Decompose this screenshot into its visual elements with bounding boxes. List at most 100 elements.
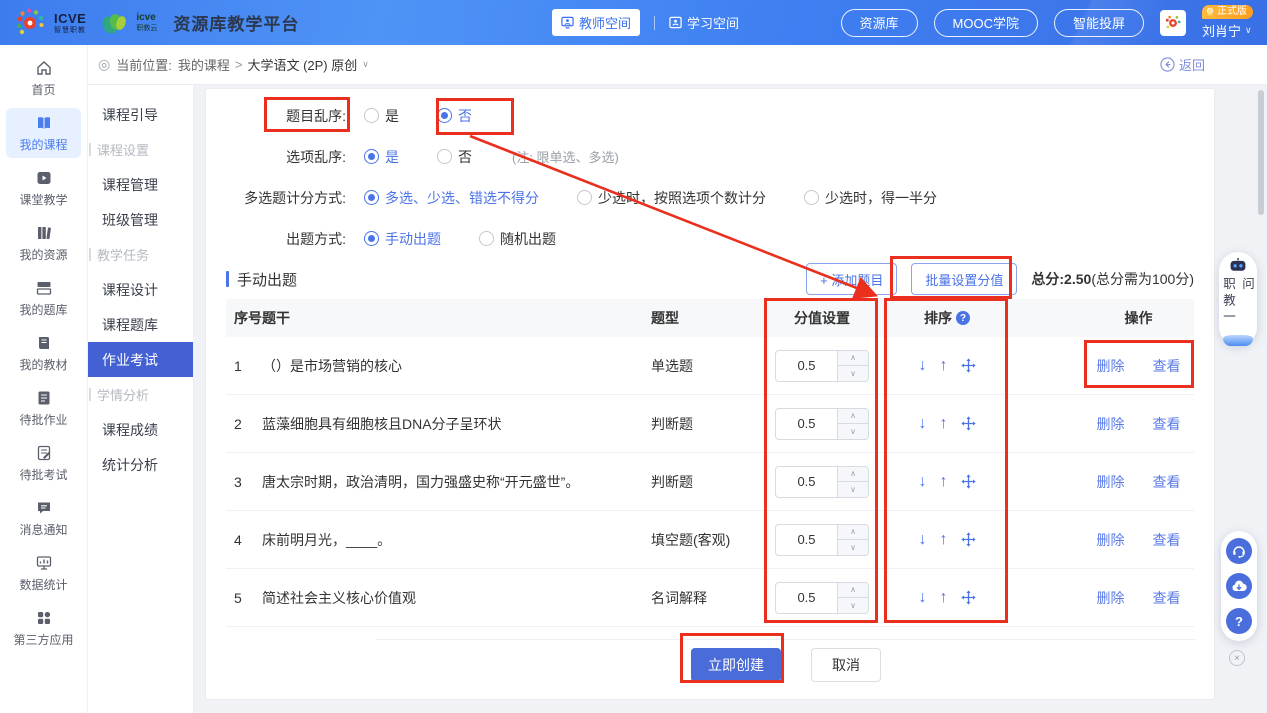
random-mode-radio[interactable]: 随机出题 xyxy=(479,229,556,249)
move-up-icon[interactable]: ↑ xyxy=(940,358,948,374)
create-now-button[interactable]: 立即创建 xyxy=(691,648,781,682)
subnav-item-statistical-analysis[interactable]: 统计分析 xyxy=(88,447,193,482)
sidebar-item-data-statistics[interactable]: 数据统计 xyxy=(6,548,81,598)
spinner-up-button[interactable]: ∧ xyxy=(838,409,868,425)
sidebar-item-homework-to-grade[interactable]: 待批作业 xyxy=(6,383,81,433)
subnav-item-course-question-bank[interactable]: 课程题库 xyxy=(88,307,193,342)
sidebar-item-classroom-teaching[interactable]: 课堂教学 xyxy=(6,163,81,213)
move-down-icon[interactable]: ↓ xyxy=(919,358,927,374)
back-button[interactable]: 返回 xyxy=(1160,55,1205,74)
user-info[interactable]: 正式版 刘肖宁 ∨ xyxy=(1202,5,1253,40)
score-value[interactable]: 0.5 xyxy=(776,351,837,381)
move-down-icon[interactable]: ↓ xyxy=(919,474,927,490)
batch-score-button[interactable]: 批量设置分值 xyxy=(911,263,1017,295)
subnav-item-homework-exam[interactable]: 作业考试 xyxy=(88,342,193,377)
move-down-icon[interactable]: ↓ xyxy=(919,590,927,606)
multi-scoring-half-radio[interactable]: 少选时，得一半分 xyxy=(804,188,937,208)
sidebar-item-my-courses[interactable]: 我的课程 xyxy=(6,108,81,158)
sidebar-item-home[interactable]: 首页 xyxy=(6,53,81,103)
score-value[interactable]: 0.5 xyxy=(776,583,837,613)
manual-mode-radio[interactable]: 手动出题 xyxy=(364,229,441,249)
spinner-down-button[interactable]: ∨ xyxy=(838,598,868,613)
spinner-up-button[interactable]: ∧ xyxy=(838,525,868,541)
move-down-icon[interactable]: ↓ xyxy=(919,416,927,432)
sidebar-item-third-party-apps[interactable]: 第三方应用 xyxy=(6,603,81,653)
breadcrumb-parent-link[interactable]: 我的课程 xyxy=(178,55,230,74)
view-link[interactable]: 查看 xyxy=(1153,414,1181,434)
delete-link[interactable]: 删除 xyxy=(1097,356,1125,376)
scrollbar-thumb[interactable] xyxy=(1258,90,1264,215)
sidebar-item-exams-to-grade[interactable]: 待批考试 xyxy=(6,438,81,488)
teacher-space-button[interactable]: 教师空间 xyxy=(552,9,640,36)
breadcrumb-current[interactable]: 大学语文 (2P) 原创 xyxy=(247,55,357,74)
download-button[interactable] xyxy=(1226,573,1252,599)
subnav-item-course-guide[interactable]: 课程引导 xyxy=(88,97,193,132)
option-shuffle-no-radio[interactable]: 否 xyxy=(437,147,472,167)
drag-move-icon[interactable] xyxy=(961,590,976,605)
student-space-button[interactable]: 学习空间 xyxy=(669,13,739,32)
help-icon[interactable]: ? xyxy=(956,311,970,325)
score-spinner[interactable]: 0.5∧∨ xyxy=(775,582,869,614)
delete-link[interactable]: 删除 xyxy=(1097,588,1125,608)
mooc-academy-button[interactable]: MOOC学院 xyxy=(934,9,1038,37)
customer-service-button[interactable] xyxy=(1226,538,1252,564)
question-shuffle-no-radio[interactable]: 否 xyxy=(437,106,472,126)
move-up-icon[interactable]: ↑ xyxy=(940,590,948,606)
subnav-item-class-management[interactable]: 班级管理 xyxy=(88,202,193,237)
option-shuffle-yes-radio[interactable]: 是 xyxy=(364,147,399,167)
view-link[interactable]: 查看 xyxy=(1153,356,1181,376)
score-value[interactable]: 0.5 xyxy=(776,467,837,497)
spinner-down-button[interactable]: ∨ xyxy=(838,424,868,439)
avatar[interactable] xyxy=(1160,10,1186,36)
collapse-toolbar-button[interactable]: × xyxy=(1229,650,1245,666)
help-button[interactable]: ? xyxy=(1226,608,1252,634)
score-value[interactable]: 0.5 xyxy=(776,525,837,555)
drag-move-icon[interactable] xyxy=(961,416,976,431)
move-up-icon[interactable]: ↑ xyxy=(940,416,948,432)
sidebar-item-my-resources[interactable]: 我的资源 xyxy=(6,218,81,268)
score-spinner[interactable]: 0.5∧∨ xyxy=(775,524,869,556)
delete-link[interactable]: 删除 xyxy=(1097,414,1125,434)
view-link[interactable]: 查看 xyxy=(1153,472,1181,492)
drag-move-icon[interactable] xyxy=(961,358,976,373)
chevron-down-icon[interactable]: ∨ xyxy=(362,59,369,70)
sidebar-item-notifications[interactable]: 消息通知 xyxy=(6,493,81,543)
move-up-icon[interactable]: ↑ xyxy=(940,474,948,490)
drag-move-icon[interactable] xyxy=(961,474,976,489)
score-value[interactable]: 0.5 xyxy=(776,409,837,439)
cancel-button[interactable]: 取消 xyxy=(811,648,881,682)
form-row-multi-scoring: 多选题计分方式: 多选、少选、错选不得分 少选时，按照选项个数计分 少选时，得一… xyxy=(226,177,1194,218)
spinner-down-button[interactable]: ∨ xyxy=(838,540,868,555)
score-spinner[interactable]: 0.5∧∨ xyxy=(775,466,869,498)
drag-move-icon[interactable] xyxy=(961,532,976,547)
resource-library-button[interactable]: 资源库 xyxy=(841,9,918,37)
delete-link[interactable]: 删除 xyxy=(1097,530,1125,550)
sidebar-item-my-question-bank[interactable]: 我的题库 xyxy=(6,273,81,323)
smart-cast-button[interactable]: 智能投屏 xyxy=(1054,9,1144,37)
ai-assistant-tab[interactable]: 职教一问 xyxy=(1219,252,1257,346)
question-shuffle-yes-radio[interactable]: 是 xyxy=(364,106,399,126)
spinner-up-button[interactable]: ∧ xyxy=(838,583,868,599)
logo2-title: icve xyxy=(136,13,157,23)
view-link[interactable]: 查看 xyxy=(1153,588,1181,608)
move-up-icon[interactable]: ↑ xyxy=(940,532,948,548)
spinner-down-button[interactable]: ∨ xyxy=(838,482,868,497)
multi-scoring-per-option-radio[interactable]: 少选时，按照选项个数计分 xyxy=(577,188,766,208)
subnav-item-course-management[interactable]: 课程管理 xyxy=(88,167,193,202)
multi-scoring-strict-radio[interactable]: 多选、少选、错选不得分 xyxy=(364,188,539,208)
score-spinner[interactable]: 0.5∧∨ xyxy=(775,350,869,382)
brand-logo-group[interactable]: ICVE 智慧职教 icve 职教云 资源库教学平台 xyxy=(0,7,299,39)
spinner-up-button[interactable]: ∧ xyxy=(838,351,868,367)
add-question-button[interactable]: + 添加题目 xyxy=(806,263,897,295)
sidebar-item-my-textbooks[interactable]: 我的教材 xyxy=(6,328,81,378)
move-down-icon[interactable]: ↓ xyxy=(919,532,927,548)
radio-icon xyxy=(577,190,592,205)
view-link[interactable]: 查看 xyxy=(1153,530,1181,550)
subnav-item-course-design[interactable]: 课程设计 xyxy=(88,272,193,307)
delete-link[interactable]: 删除 xyxy=(1097,472,1125,492)
spinner-down-button[interactable]: ∨ xyxy=(838,366,868,381)
spinner-up-button[interactable]: ∧ xyxy=(838,467,868,483)
table-row: 2 蓝藻细胞具有细胞核且DNA分子呈环状 判断题 0.5∧∨ ↓↑ 删除查看 xyxy=(226,395,1194,453)
subnav-item-course-grades[interactable]: 课程成绩 xyxy=(88,412,193,447)
score-spinner[interactable]: 0.5∧∨ xyxy=(775,408,869,440)
